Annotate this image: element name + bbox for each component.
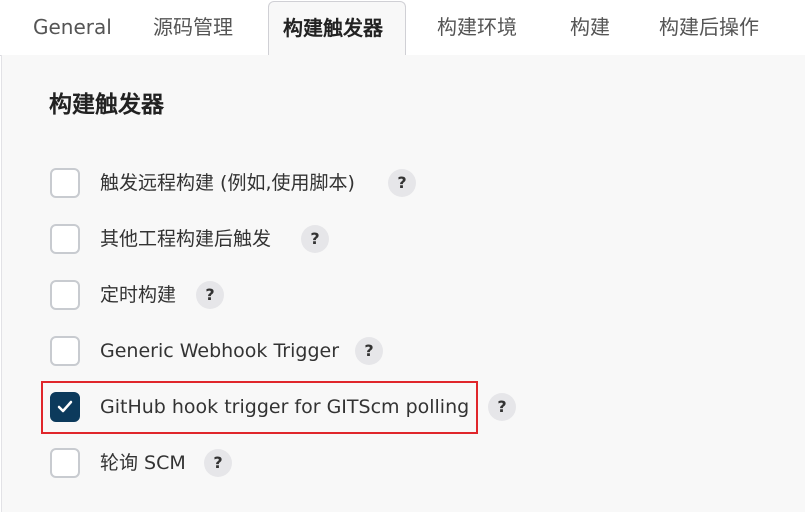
trigger-generic-webhook-checkbox[interactable] [50,336,80,366]
trigger-upstream-label: 其他工程构建后触发 [100,228,272,250]
trigger-remote-help-icon[interactable]: ? [388,169,416,197]
trigger-upstream-checkbox[interactable] [50,224,80,254]
trigger-periodic-label: 定时构建 [100,284,177,306]
trigger-github-hook-help-icon[interactable]: ? [488,393,516,421]
trigger-poll-scm-checkbox[interactable] [50,448,80,478]
tab-build-triggers[interactable]: 构建触发器 [268,1,406,55]
trigger-remote-label: 触发远程构建 (例如,使用脚本) [100,172,355,194]
section-title: 构建触发器 [49,92,164,118]
tab-build-environment[interactable]: 构建环境 [437,0,517,55]
trigger-poll-scm-label: 轮询 SCM [100,452,186,474]
tab-post-build-actions[interactable]: 构建后操作 [659,0,759,55]
trigger-upstream-help-icon[interactable]: ? [301,225,329,253]
tab-build[interactable]: 构建 [570,0,610,55]
trigger-remote-checkbox[interactable] [50,168,80,198]
trigger-generic-webhook-help-icon[interactable]: ? [355,337,383,365]
trigger-poll-scm-help-icon[interactable]: ? [204,449,232,477]
tab-bar: General 源码管理 构建触发器 构建环境 构建 构建后操作 [0,0,805,56]
highlight-box [41,381,478,434]
trigger-periodic-checkbox[interactable] [50,280,80,310]
trigger-generic-webhook-label: Generic Webhook Trigger [100,340,340,362]
tab-source-control[interactable]: 源码管理 [153,0,233,55]
tab-general[interactable]: General [33,0,112,55]
trigger-periodic-help-icon[interactable]: ? [196,281,224,309]
